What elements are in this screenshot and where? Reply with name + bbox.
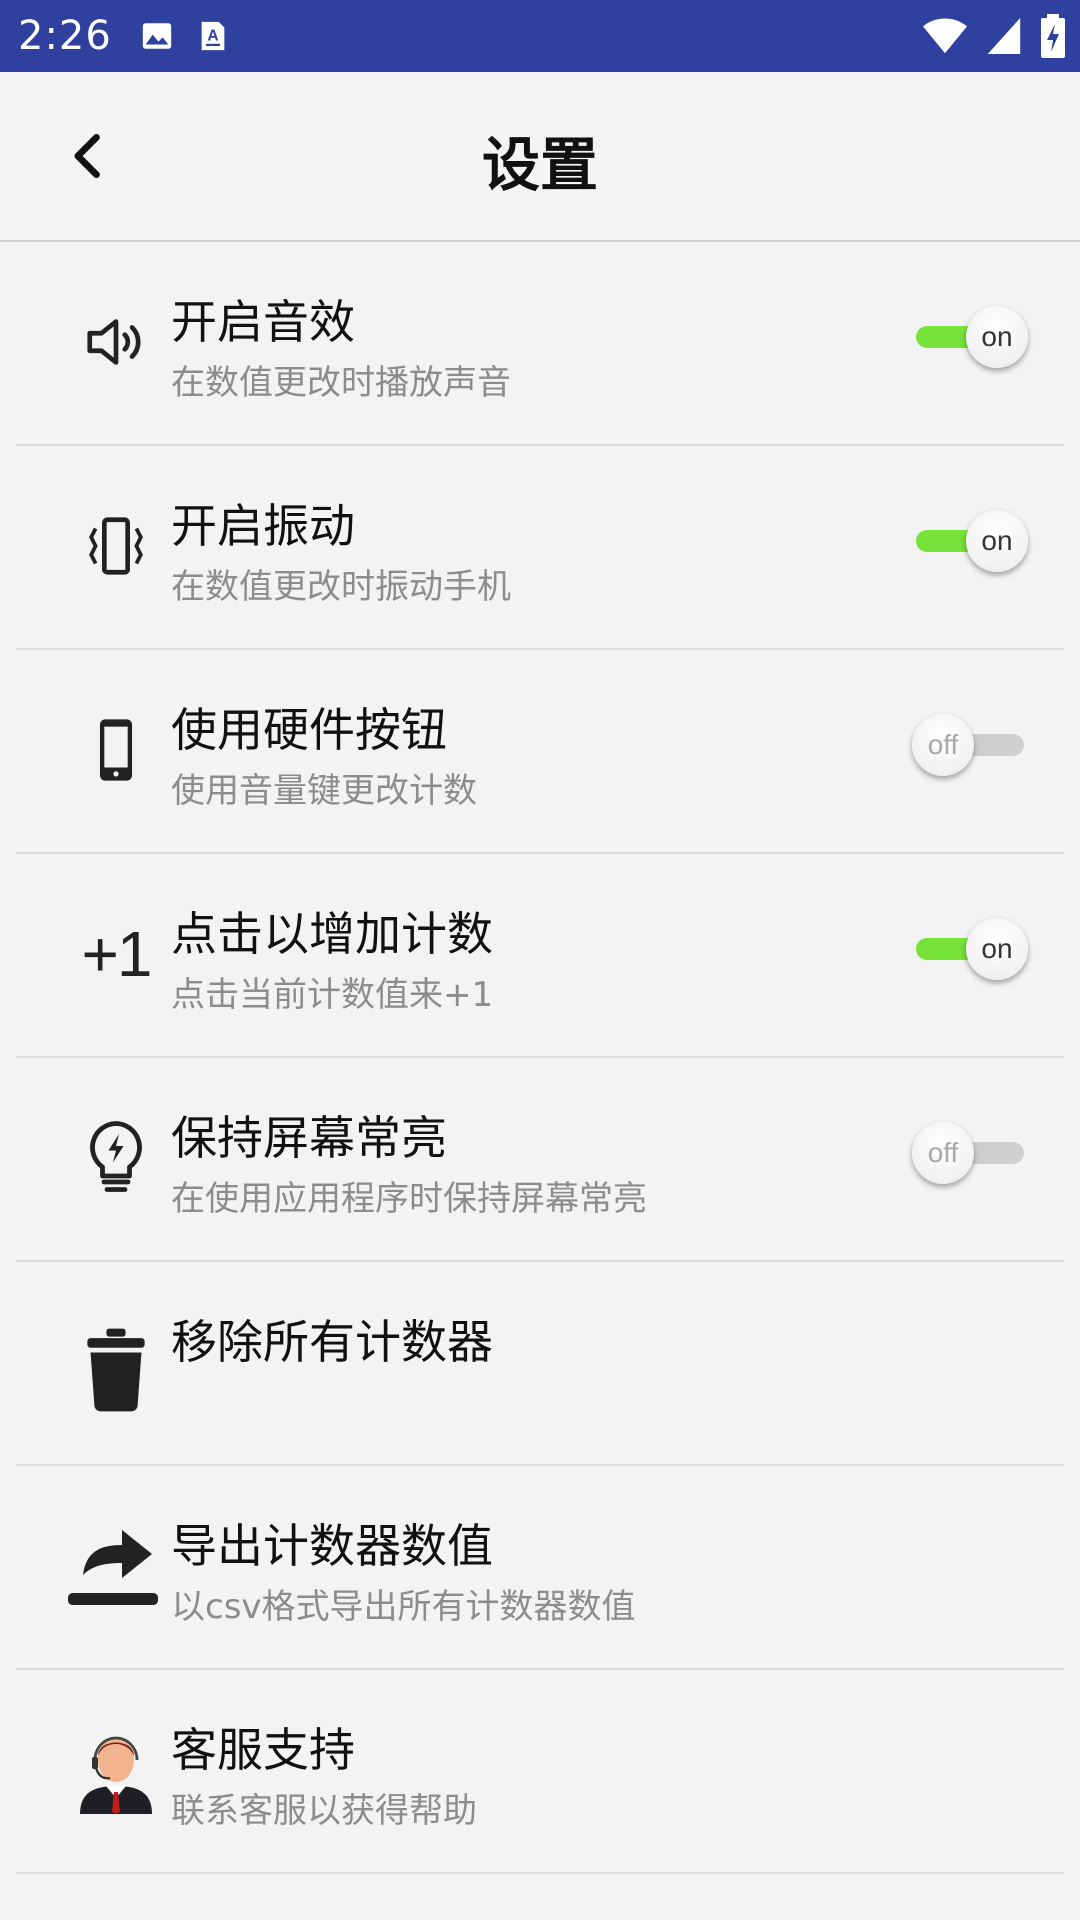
setting-title: 客服支持 xyxy=(171,1723,355,1777)
page-title: 设置 xyxy=(481,131,598,199)
setting-export[interactable]: 导出计数器数值 以csv格式导出所有计数器数值 xyxy=(16,1466,1064,1670)
status-bar: 2:26 A xyxy=(0,0,1080,72)
setting-subtitle: 联系客服以获得帮助 xyxy=(171,1791,477,1831)
setting-title: 保持屏幕常亮 xyxy=(171,1111,447,1165)
setting-subtitle: 在数值更改时振动手机 xyxy=(171,567,511,607)
speaker-icon xyxy=(66,292,166,392)
trash-icon xyxy=(66,1320,166,1420)
setting-vibration[interactable]: 开启振动 在数值更改时振动手机 on xyxy=(16,446,1064,650)
toggle-knob: off xyxy=(912,714,974,776)
setting-tap-increment[interactable]: +1 点击以增加计数 点击当前计数值来+1 on xyxy=(16,854,1064,1058)
toggle-knob: on xyxy=(966,918,1028,980)
battery-icon xyxy=(1041,14,1065,58)
setting-sound[interactable]: 开启音效 在数值更改时播放声音 on xyxy=(16,242,1064,446)
status-time: 2:26 xyxy=(18,13,112,59)
setting-remove-all[interactable]: 移除所有计数器 xyxy=(16,1262,1064,1466)
lightbulb-icon xyxy=(66,1108,166,1208)
image-icon xyxy=(142,23,171,49)
sound-toggle[interactable]: on xyxy=(912,302,1028,372)
plus-one-text: +1 xyxy=(81,918,153,990)
text-a-icon: A xyxy=(201,21,225,51)
setting-subtitle: 点击当前计数值来+1 xyxy=(171,975,494,1015)
setting-subtitle: 使用音量键更改计数 xyxy=(171,771,477,811)
customer-support-icon xyxy=(66,1720,166,1820)
setting-title: 导出计数器数值 xyxy=(171,1519,493,1573)
phone-icon xyxy=(66,700,166,800)
keep-screen-on-toggle[interactable]: off xyxy=(912,1118,1028,1188)
wifi-icon xyxy=(922,18,968,54)
toggle-knob: on xyxy=(966,306,1028,368)
toggle-knob: on xyxy=(966,510,1028,572)
setting-subtitle: 在数值更改时播放声音 xyxy=(171,363,511,403)
settings-list: 开启音效 在数值更改时播放声音 on 开启振动 在数值更改时振动手机 on 使用… xyxy=(0,242,1080,1874)
app-toolbar: 设置 xyxy=(0,72,1080,242)
signal-icon xyxy=(987,18,1021,54)
setting-title: 开启音效 xyxy=(171,295,355,349)
setting-title: 移除所有计数器 xyxy=(171,1315,493,1369)
share-export-icon xyxy=(58,1516,168,1616)
setting-title: 开启振动 xyxy=(171,499,355,553)
setting-keep-screen-on[interactable]: 保持屏幕常亮 在使用应用程序时保持屏幕常亮 off xyxy=(16,1058,1064,1262)
toggle-knob: off xyxy=(912,1122,974,1184)
setting-hardware-buttons[interactable]: 使用硬件按钮 使用音量键更改计数 off xyxy=(16,650,1064,854)
tap-increment-toggle[interactable]: on xyxy=(912,914,1028,984)
vibrate-icon xyxy=(66,496,166,596)
hardware-buttons-toggle[interactable]: off xyxy=(912,710,1028,780)
svg-text:A: A xyxy=(207,27,218,44)
status-icons xyxy=(922,14,1066,58)
setting-subtitle: 以csv格式导出所有计数器数值 xyxy=(171,1587,636,1627)
vibration-toggle[interactable]: on xyxy=(912,506,1028,576)
setting-title: 使用硬件按钮 xyxy=(171,703,447,757)
plus-one-icon: +1 xyxy=(66,904,166,1004)
setting-customer-support[interactable]: 客服支持 联系客服以获得帮助 xyxy=(16,1670,1064,1874)
setting-title: 点击以增加计数 xyxy=(171,907,493,961)
setting-subtitle: 在使用应用程序时保持屏幕常亮 xyxy=(171,1179,647,1219)
